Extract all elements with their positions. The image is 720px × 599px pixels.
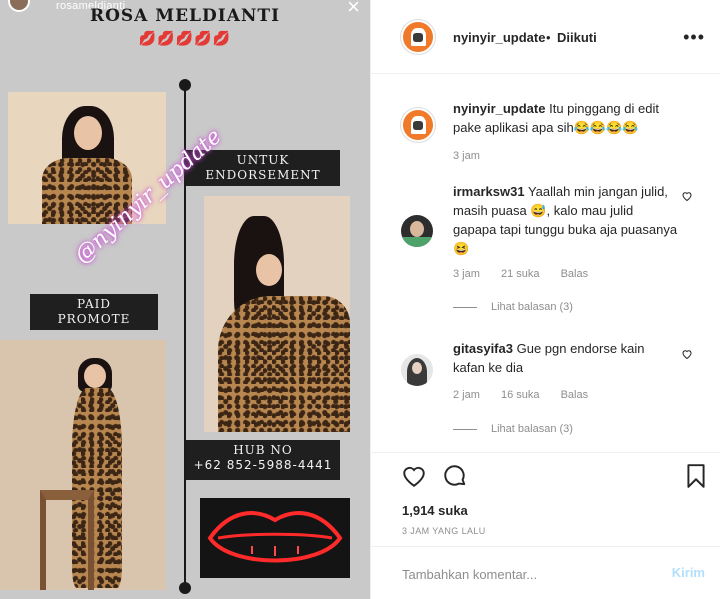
view-replies-label: Lihat balasan (3): [491, 301, 573, 313]
comment-likes[interactable]: 16 suka: [501, 389, 540, 401]
post-actions: 1,914 suka 3 JAM YANG LALU: [371, 452, 720, 538]
comment-avatar[interactable]: [401, 215, 433, 247]
view-replies-label: Lihat balasan (3): [491, 423, 573, 435]
comment-avatar[interactable]: [401, 354, 433, 386]
caption-avatar[interactable]: [401, 108, 435, 142]
comment-time: 3 jam: [453, 268, 480, 280]
comment-username[interactable]: irmarksw31: [453, 184, 525, 199]
caption-time: 3 jam: [453, 150, 480, 162]
header-separator: •: [546, 30, 551, 45]
heart-icon[interactable]: [681, 190, 693, 202]
photo-right: [204, 196, 350, 432]
avatar[interactable]: [401, 20, 435, 54]
comment-meta: 3 jam 21 suka Balas: [453, 268, 606, 280]
comment: gitasyifa3 Gue pgn endorse kain kafan ke…: [453, 339, 678, 377]
header-username[interactable]: nyinyir_update: [453, 30, 545, 45]
view-replies-button[interactable]: Lihat balasan (3): [453, 423, 573, 435]
story-title: ROSA MELDIANTI: [89, 6, 281, 26]
timeline-dot-bottom: [179, 582, 191, 594]
post-header: nyinyir_update • Diikuti •••: [371, 0, 720, 74]
caption: nyinyir_update Itu pinggang di edit pake…: [453, 99, 678, 137]
label-hub: HUB NO +62 852-5988-4441: [186, 440, 340, 480]
view-replies-button[interactable]: Lihat balasan (3): [453, 301, 573, 313]
more-options-icon[interactable]: •••: [683, 28, 705, 46]
comment-time: 2 jam: [453, 389, 480, 401]
timeline-dot-top: [179, 79, 191, 91]
heart-icon[interactable]: [401, 463, 427, 489]
reply-button[interactable]: Balas: [561, 389, 589, 401]
photo-bottom-left: [0, 340, 166, 590]
story-image: rosameldianti × ROSA MELDIANTI 💋💋💋💋💋 UNT…: [0, 0, 370, 599]
hub-title: HUB NO: [233, 443, 293, 457]
reply-button[interactable]: Balas: [561, 268, 589, 280]
wooden-stool: [40, 490, 94, 590]
comment: irmarksw31 Yaallah min jangan julid, mas…: [453, 182, 678, 258]
comment-input[interactable]: [402, 563, 642, 585]
hub-number: +62 852-5988-4441: [193, 458, 333, 472]
comment-likes[interactable]: 21 suka: [501, 268, 540, 280]
caption-username[interactable]: nyinyir_update: [453, 101, 545, 116]
comment-icon[interactable]: [442, 463, 468, 489]
label-paid-promote: PAID PROMOTE: [30, 294, 158, 330]
comment-box: Kirim: [371, 546, 720, 599]
heart-icon[interactable]: [681, 348, 693, 360]
post-time-ago: 3 JAM YANG LALU: [402, 526, 486, 536]
comment-meta: 2 jam 16 suka Balas: [453, 389, 606, 401]
neon-lips-icon: [200, 498, 350, 578]
comment-username[interactable]: gitasyifa3: [453, 341, 513, 356]
follow-status-button[interactable]: Diikuti: [557, 30, 597, 45]
post-panel: nyinyir_update • Diikuti ••• nyinyir_upd…: [370, 0, 720, 599]
story-emojis: 💋💋💋💋💋: [138, 30, 232, 46]
post-comment-button[interactable]: Kirim: [672, 565, 705, 580]
bookmark-icon[interactable]: [683, 463, 709, 489]
likes-count[interactable]: 1,914 suka: [402, 503, 468, 518]
comments-list: nyinyir_update Itu pinggang di edit pake…: [371, 74, 720, 452]
